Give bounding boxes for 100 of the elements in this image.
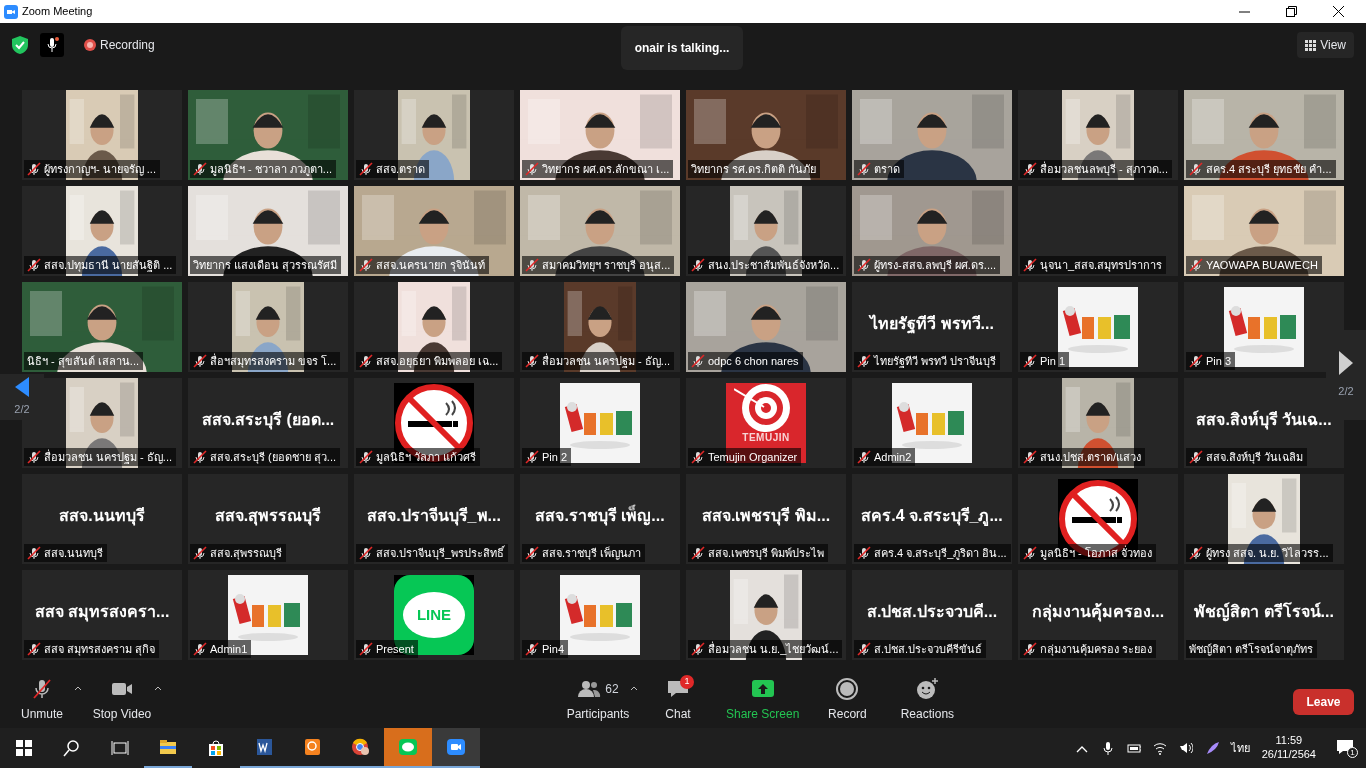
document-icon[interactable] xyxy=(254,737,274,757)
participant-name: สสจ.สิงห์บุรี วันเฉลิม xyxy=(1206,449,1304,466)
participant-name: สสจ.สระบุรี (ยอดชาย สุว... xyxy=(210,449,336,466)
microphone-icon[interactable] xyxy=(40,33,64,57)
previous-page-panel[interactable]: 2/2 xyxy=(0,374,44,420)
participant-tile[interactable]: odpc 6 chon nares xyxy=(686,282,846,372)
participant-tile[interactable]: สสจ.ราชบุรี เพ็ญ... สสจ.ราชบุรี เพ็ญนภา xyxy=(520,474,680,564)
participant-tile[interactable]: วิทยากร รศ.ดร.กิตติ กันภัย xyxy=(686,90,846,180)
participant-tile[interactable]: สื่อมวลชนลพบุรี - สุภาวด... xyxy=(1018,90,1178,180)
video-app-icon[interactable] xyxy=(446,737,466,757)
participant-tile[interactable]: Pin 1 xyxy=(1018,282,1178,372)
participant-tile[interactable]: มูลนิธิฯ - ชวาลา ภวภูตา... xyxy=(188,90,348,180)
participant-name: Temujin Organizer xyxy=(708,449,798,465)
task-view-icon[interactable] xyxy=(110,738,130,758)
participant-tile[interactable]: ผู้ทรง-สสจ.ลพบุรี ผศ.ดร.... xyxy=(852,186,1012,276)
participant-tile[interactable]: นุจนา_สสจ.สมุทรปราการ xyxy=(1018,186,1178,276)
participant-tile[interactable]: สคร.4 จ.สระบุรี_ภู... สคร.4 จ.สระบุรี_ภูริดา อิน... xyxy=(852,474,1012,564)
participant-tile[interactable]: พัชญ์สิตา ตรีโรจน์... พัชญ์สิตา ตรีโรจน์จาตุภัทร xyxy=(1184,570,1344,660)
participant-name: สื่อมวลชนลพบุรี - สุภาวด... xyxy=(1040,160,1168,178)
caret-icon[interactable] xyxy=(154,685,162,691)
participant-tile[interactable]: วิทยากร แสงเดือน สุวรรณรัศมี xyxy=(188,186,348,276)
participant-tile[interactable]: Pin4 xyxy=(520,570,680,660)
participant-tile[interactable]: กลุ่มงานคุ้มครอง... กลุ่มงานคุ้มครอง ระยอง xyxy=(1018,570,1178,660)
recording-icon xyxy=(84,39,96,51)
participant-tile[interactable]: สสจ.ปราจีนบุรี_พ... สสจ.ปราจีนบุรี_พรประสิทธิ์ xyxy=(354,474,514,564)
chat-app-icon[interactable] xyxy=(398,737,418,757)
participant-tile[interactable]: สมาคมวิทยุฯ ราชบุรี อนุส... xyxy=(520,186,680,276)
participant-tile[interactable]: สสจ.ตราด xyxy=(354,90,514,180)
participant-tile[interactable]: Admin1 xyxy=(188,570,348,660)
participant-tile[interactable]: ตราด xyxy=(852,90,1012,180)
windows-start-icon[interactable] xyxy=(14,738,34,758)
share-button[interactable]: Share Screen xyxy=(718,673,808,727)
participant-tile[interactable]: วิทยากร ผศ.ดร.ลักขณา เ... xyxy=(520,90,680,180)
clock-time[interactable]: 11:59 xyxy=(1275,734,1303,748)
record-button[interactable]: Record xyxy=(807,673,888,727)
logo-text: TEMUJIN xyxy=(742,433,790,443)
participant-name-display: พัชญ์สิตา ตรีโรจน์... xyxy=(1194,601,1334,624)
participant-tile[interactable]: ผู้ทรง สสจ. น.ย. วิไลวรร... xyxy=(1184,474,1344,564)
participant-tile[interactable]: สสจ.สระบุรี (ยอด... สสจ.สระบุรี (ยอดชาย สุว... xyxy=(188,378,348,468)
notification-center-icon[interactable] xyxy=(1336,738,1354,756)
clock-date[interactable]: 26/11/2564 xyxy=(1261,748,1316,762)
participant-tile[interactable]: Pin 2 xyxy=(520,378,680,468)
shield-icon[interactable] xyxy=(12,36,28,54)
view-button[interactable]: View xyxy=(1297,32,1354,58)
participant-tile[interactable]: สสจ.นนทบุรี สสจ.นนทบุรี xyxy=(22,474,182,564)
unmute-button[interactable]: Unmute xyxy=(2,673,82,727)
participant-tile[interactable]: สื่อมวลชน นครปฐม - ธัญ... xyxy=(520,282,680,372)
participant-tile[interactable]: มูลนิธิฯ วัลภา แก้วศรี xyxy=(354,378,514,468)
next-page-panel[interactable]: 2/2 xyxy=(1326,330,1366,420)
participant-tile[interactable]: มูลนิธิฯ - โอภาส จั่วทอง xyxy=(1018,474,1178,564)
participant-tile[interactable]: สสจ.ปทุมธานี นายสันฐิติ ... xyxy=(22,186,182,276)
wifi-icon[interactable] xyxy=(1152,741,1167,755)
participant-tile[interactable]: สสจ.นครนายก รุจินันท์ xyxy=(354,186,514,276)
store-bag-icon[interactable] xyxy=(206,738,226,758)
logo-text: LINE xyxy=(403,592,465,638)
participant-tile[interactable]: Admin2 xyxy=(852,378,1012,468)
participant-name: สคร.4 จ.สระบุรี_ภูริดา อิน... xyxy=(874,545,1007,562)
participant-tile[interactable]: ไทยรัฐทีวี พรทวี... ไทยรัฐทีวี พรทวี ปราจีนบุรี xyxy=(852,282,1012,372)
participant-tile[interactable]: สสจ.เพชรบุรี พิม... สสจ.เพชรบุรี พิมพ์ประไพ xyxy=(686,474,846,564)
folder-icon[interactable] xyxy=(158,737,178,757)
record-icon xyxy=(835,677,860,701)
language-indicator[interactable]: ไทย xyxy=(1230,739,1250,757)
participant-name: Present xyxy=(376,641,414,657)
search-icon[interactable] xyxy=(62,738,82,758)
pdf-app-icon[interactable] xyxy=(302,737,322,757)
participant-name-display: สสจ สมุทรสงครา... xyxy=(34,602,170,624)
participant-tile[interactable]: ผู้ทรงกาญฯ- นายจรัญ ... xyxy=(22,90,182,180)
reactions-button[interactable]: Reactions xyxy=(887,673,968,727)
leave-button[interactable]: Leave xyxy=(1293,689,1354,715)
stop-video-button[interactable]: Stop Video xyxy=(82,673,162,727)
battery-icon[interactable] xyxy=(1126,741,1141,755)
participant-name: มูลนิธิฯ - ชวาลา ภวภูตา... xyxy=(210,161,332,178)
participant-tile[interactable]: สสจ.อยุธยา พิมพลอย เฉ... xyxy=(354,282,514,372)
participant-tile[interactable]: LINE Present xyxy=(354,570,514,660)
participant-name: ผู้ทรงกาญฯ- นายจรัญ ... xyxy=(44,161,156,178)
participant-name: มูลนิธิฯ - โอภาส จั่วทอง xyxy=(1040,544,1152,562)
participant-tile[interactable]: Pin 3 xyxy=(1184,282,1344,372)
participants-button[interactable]: 62 Participants xyxy=(558,673,638,727)
participant-tile[interactable]: สื่อฯสมุทรสงคราม ขจร โ... xyxy=(188,282,348,372)
participant-tile[interactable]: สคร.4 สระบุรี ยุทธชัย คำ... xyxy=(1184,90,1344,180)
participant-tile[interactable]: สสจ.สุพรรณบุรี สสจ.สุพรรณบุรี xyxy=(188,474,348,564)
participant-name-display: สสจ.นนทบุรี xyxy=(59,506,145,528)
caret-icon[interactable] xyxy=(630,685,638,691)
browser-icon[interactable] xyxy=(350,737,370,757)
restore-icon[interactable] xyxy=(1286,6,1297,17)
participant-tile[interactable]: สสจ สมุทรสงครา... สสจ สมุทรสงคราม สุกิจ xyxy=(22,570,182,660)
participant-tile[interactable]: สนง.ปชส.ตราด/แสวง xyxy=(1018,378,1178,468)
feather-icon[interactable] xyxy=(1204,741,1219,755)
participant-tile[interactable]: สนง.ประชาสัมพันธ์จังหวัด... xyxy=(686,186,846,276)
close-icon[interactable] xyxy=(1333,6,1344,17)
chat-button[interactable]: 1 Chat xyxy=(638,673,718,727)
participant-tile[interactable]: YAOWAPA BUAWECH xyxy=(1184,186,1344,276)
speaker-icon[interactable] xyxy=(1178,741,1193,755)
participant-tile[interactable]: ส.ปชส.ประจวบคี... ส.ปชส.ประจวบคีรีขันธ์ xyxy=(852,570,1012,660)
participant-name: ส.ปชส.ประจวบคีรีขันธ์ xyxy=(874,641,983,657)
participant-tile[interactable]: TEMUJIN Temujin Organizer xyxy=(686,378,846,468)
microphone-icon[interactable] xyxy=(1100,741,1115,755)
participant-tile[interactable]: สื่อมวลชน น.ย._ไชยวัฒน์... xyxy=(686,570,846,660)
caret-icon[interactable] xyxy=(74,685,82,691)
participant-tile[interactable]: นิธิฯ - สุขสันต์ เสลาน... xyxy=(22,282,182,372)
